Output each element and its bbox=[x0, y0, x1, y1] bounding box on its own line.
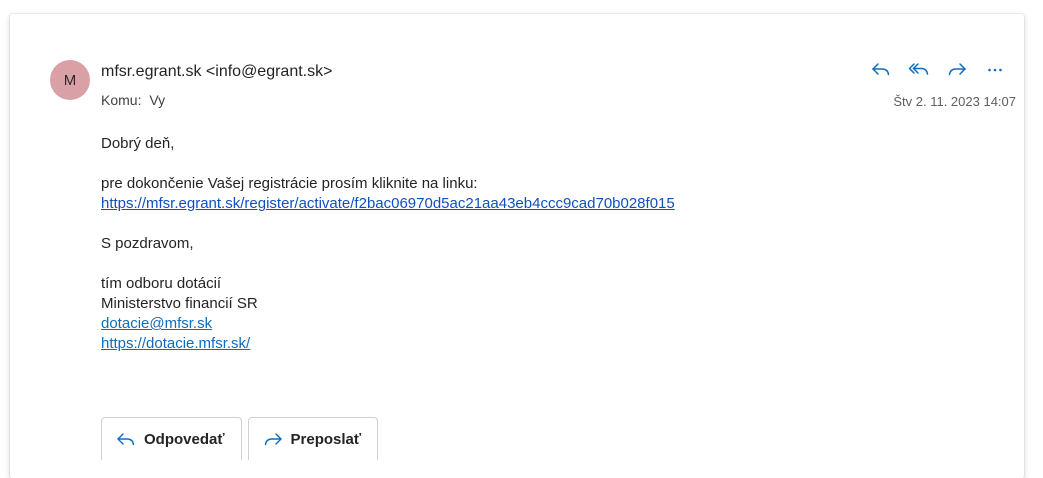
closing: S pozdravom, bbox=[101, 235, 194, 252]
signature-website-link[interactable]: https://dotacie.mfsr.sk/ bbox=[101, 335, 250, 352]
forward-button[interactable] bbox=[942, 56, 972, 82]
more-icon bbox=[988, 68, 1002, 72]
signature-email-link[interactable]: dotacie@mfsr.sk bbox=[101, 315, 212, 332]
recipient-label: Komu: bbox=[101, 92, 142, 108]
reply-footer-button[interactable]: Odpovedať bbox=[101, 417, 242, 460]
reply-all-button[interactable] bbox=[904, 56, 934, 82]
reply-button[interactable] bbox=[866, 56, 896, 82]
more-button[interactable] bbox=[980, 56, 1010, 82]
sender-name[interactable]: mfsr.egrant.sk <info@egrant.sk> bbox=[101, 63, 332, 81]
message-body: Dobrý deň, pre dokončenie Vašej registrá… bbox=[101, 134, 981, 354]
forward-icon bbox=[264, 433, 282, 446]
reply-footer-label: Odpovedať bbox=[144, 430, 225, 448]
intro-block: pre dokončenie Vašej registrácie prosím … bbox=[101, 174, 981, 214]
intro-text: pre dokončenie Vašej registrácie prosím … bbox=[101, 175, 478, 192]
recipient-line: Komu: Vy bbox=[101, 92, 165, 108]
forward-footer-label: Preposlať bbox=[290, 430, 362, 448]
avatar[interactable]: M bbox=[50, 60, 90, 100]
message-actions bbox=[866, 56, 1010, 82]
greeting: Dobrý deň, bbox=[101, 135, 175, 152]
email-card: M mfsr.egrant.sk <info@egrant.sk> Komu: … bbox=[10, 14, 1024, 478]
reply-all-icon bbox=[908, 63, 929, 75]
reply-icon bbox=[117, 433, 135, 446]
message-date: Štv 2. 11. 2023 14:07 bbox=[893, 94, 1016, 109]
signature-team: tím odboru dotácií bbox=[101, 275, 222, 292]
recipient-value[interactable]: Vy bbox=[149, 92, 165, 108]
reply-bar: Odpovedať Preposlať bbox=[101, 417, 379, 460]
activation-link[interactable]: https://mfsr.egrant.sk/register/activate… bbox=[101, 195, 675, 212]
forward-icon bbox=[948, 63, 966, 76]
reply-icon bbox=[872, 63, 890, 76]
forward-footer-button[interactable]: Preposlať bbox=[247, 417, 379, 460]
avatar-initial: M bbox=[63, 71, 77, 89]
signature: tím odboru dotácií Ministerstvo financií… bbox=[101, 274, 981, 354]
signature-ministry: Ministerstvo financií SR bbox=[101, 295, 258, 312]
